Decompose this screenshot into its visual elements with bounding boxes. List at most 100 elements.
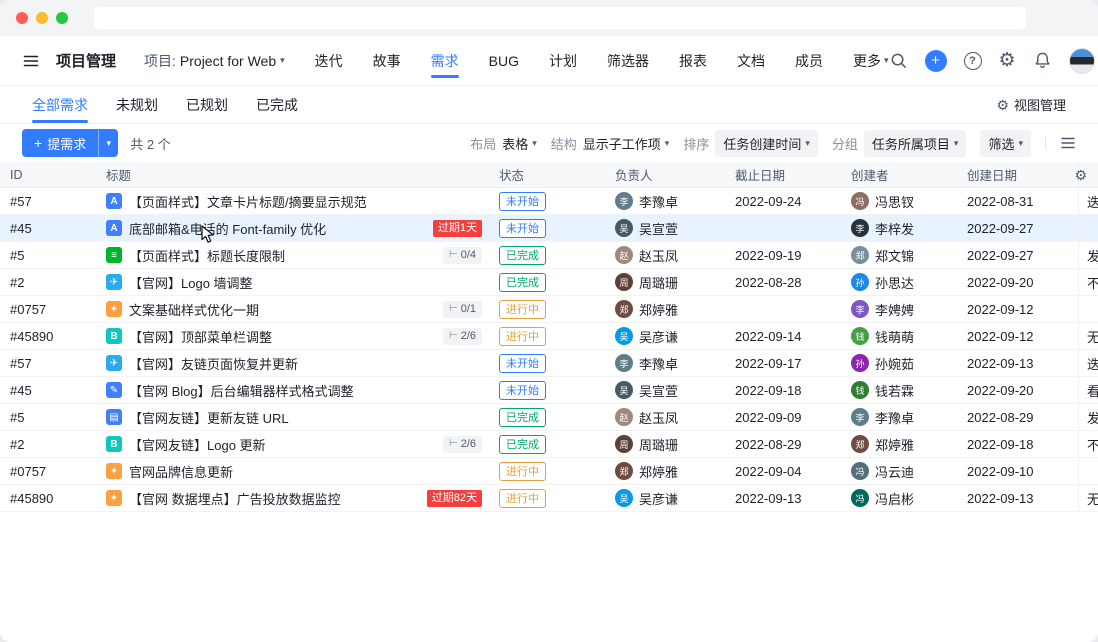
- assignee-cell[interactable]: 周 周璐珊: [608, 431, 728, 457]
- table-row[interactable]: #45 ✎ 【官网 Blog】后台编辑器样式格式调整 未开始 吴 吴宣萱 202…: [0, 377, 1098, 404]
- creator-cell[interactable]: 李 李豫卓: [844, 404, 960, 430]
- table-row[interactable]: #0757 ✦ 官网品牌信息更新 进行中 郑 郑婷雅 2022-09-04 冯 …: [0, 458, 1098, 485]
- row-title[interactable]: 底部邮箱&电话的 Font-family 优化: [129, 219, 326, 238]
- tab-全部需求[interactable]: 全部需求: [32, 86, 88, 123]
- column-header-status[interactable]: 状态: [492, 162, 608, 187]
- nav-item-BUG[interactable]: BUG: [489, 51, 519, 71]
- row-title-cell[interactable]: ✈ 【官网】友链页面恢复并更新: [96, 350, 492, 376]
- column-header-due-date[interactable]: 截止日期: [728, 162, 844, 187]
- minimize-button[interactable]: [36, 12, 48, 24]
- row-title[interactable]: 【页面样式】标题长度限制: [129, 246, 285, 265]
- table-row[interactable]: #57 ✈ 【官网】友链页面恢复并更新 未开始 李 李豫卓 2022-09-17…: [0, 350, 1098, 377]
- column-settings-gear-icon[interactable]: ⚙: [1074, 168, 1087, 182]
- row-title[interactable]: 【官网】友链页面恢复并更新: [129, 354, 298, 373]
- sort-select[interactable]: 任务创建时间 ▾: [715, 130, 818, 157]
- table-row[interactable]: #5 ≡ 【页面样式】标题长度限制 ⊢ 0/4 已完成 赵 赵玉凤 2022-0…: [0, 242, 1098, 269]
- assignee-cell[interactable]: 赵 赵玉凤: [608, 404, 728, 430]
- nav-item-故事[interactable]: 故事: [373, 51, 401, 71]
- creator-cell[interactable]: 孙 孙婉茹: [844, 350, 960, 376]
- table-row[interactable]: #2 ✈ 【官网】Logo 墙调整 已完成 周 周璐珊 2022-08-28 孙…: [0, 269, 1098, 296]
- assignee-cell[interactable]: 李 李豫卓: [608, 350, 728, 376]
- tab-已规划[interactable]: 已规划: [186, 86, 228, 123]
- table-row[interactable]: #45890 ✦ 【官网 数据埋点】广告投放数据监控 过期82天 进行中 吴 吴…: [0, 485, 1098, 512]
- assignee-cell[interactable]: 吴 吴彦谦: [608, 485, 728, 511]
- tab-未规划[interactable]: 未规划: [116, 86, 158, 123]
- row-title[interactable]: 【官网】Logo 墙调整: [129, 273, 253, 292]
- subtask-count-chip[interactable]: ⊢ 2/6: [443, 328, 482, 345]
- status-badge[interactable]: 进行中: [499, 489, 546, 508]
- row-title-cell[interactable]: ≡ 【页面样式】标题长度限制 ⊢ 0/4: [96, 242, 492, 268]
- row-title[interactable]: 官网品牌信息更新: [129, 462, 233, 481]
- status-badge[interactable]: 已完成: [499, 273, 546, 292]
- row-title[interactable]: 文案基础样式优化一期: [129, 300, 259, 319]
- column-header-created-date[interactable]: 创建日期: [960, 162, 1078, 187]
- help-icon[interactable]: ?: [964, 52, 982, 70]
- row-title[interactable]: 【官网友链】更新友链 URL: [129, 408, 289, 427]
- status-badge[interactable]: 进行中: [499, 300, 546, 319]
- status-badge[interactable]: 未开始: [499, 192, 546, 211]
- maximize-button[interactable]: [56, 12, 68, 24]
- status-badge[interactable]: 未开始: [499, 381, 546, 400]
- group-select[interactable]: 任务所属项目 ▾: [864, 130, 967, 157]
- status-badge[interactable]: 进行中: [499, 462, 546, 481]
- row-title[interactable]: 【官网友链】Logo 更新: [129, 435, 266, 454]
- row-title[interactable]: 【官网 数据埋点】广告投放数据监控: [129, 489, 341, 508]
- settings-gear-icon[interactable]: ⚙: [999, 51, 1016, 70]
- row-title-cell[interactable]: ✦ 【官网 数据埋点】广告投放数据监控 过期82天: [96, 485, 492, 511]
- row-title-cell[interactable]: ✈ 【官网】Logo 墙调整: [96, 269, 492, 295]
- row-title-cell[interactable]: ✦ 官网品牌信息更新: [96, 458, 492, 484]
- row-title[interactable]: 【官网】顶部菜单栏调整: [129, 327, 272, 346]
- nav-item-更多[interactable]: 更多▾: [853, 51, 889, 71]
- create-requirement-button[interactable]: + 提需求 ▾: [22, 129, 118, 157]
- table-row[interactable]: #0757 ✦ 文案基础样式优化一期 ⊢ 0/1 进行中 郑 郑婷雅 李 李娉娉…: [0, 296, 1098, 323]
- nav-item-文档[interactable]: 文档: [737, 51, 765, 71]
- creator-cell[interactable]: 冯 冯云迪: [844, 458, 960, 484]
- row-title-cell[interactable]: ✦ 文案基础样式优化一期 ⊢ 0/1: [96, 296, 492, 322]
- creator-cell[interactable]: 钱 钱萌萌: [844, 323, 960, 349]
- nav-item-成员[interactable]: 成员: [795, 51, 823, 71]
- table-row[interactable]: #57 A 【页面样式】文章卡片标题/摘要显示规范 未开始 李 李豫卓 2022…: [0, 188, 1098, 215]
- creator-cell[interactable]: 冯 冯思钗: [844, 188, 960, 214]
- column-header-assignee[interactable]: 负责人: [608, 162, 728, 187]
- creator-cell[interactable]: 冯 冯启彬: [844, 485, 960, 511]
- status-badge[interactable]: 未开始: [499, 354, 546, 373]
- status-badge[interactable]: 已完成: [499, 246, 546, 265]
- assignee-cell[interactable]: 郑 郑婷雅: [608, 296, 728, 322]
- nav-item-迭代[interactable]: 迭代: [315, 51, 343, 71]
- notifications-bell-icon[interactable]: [1033, 51, 1052, 70]
- row-title-cell[interactable]: ▤ 【官网友链】更新友链 URL: [96, 404, 492, 430]
- nav-item-需求[interactable]: 需求: [431, 51, 459, 71]
- creator-cell[interactable]: 孙 孙思达: [844, 269, 960, 295]
- list-view-icon[interactable]: [1060, 135, 1076, 151]
- assignee-cell[interactable]: 郑 郑婷雅: [608, 458, 728, 484]
- status-badge[interactable]: 未开始: [499, 219, 546, 238]
- nav-item-计划[interactable]: 计划: [549, 51, 577, 71]
- creator-cell[interactable]: 李 李梓发: [844, 215, 960, 241]
- subtask-count-chip[interactable]: ⊢ 0/1: [443, 301, 482, 318]
- creator-cell[interactable]: 郑 郑婷雅: [844, 431, 960, 457]
- chevron-down-icon[interactable]: ▾: [98, 129, 118, 157]
- status-badge[interactable]: 进行中: [499, 327, 546, 346]
- tab-已完成[interactable]: 已完成: [256, 86, 298, 123]
- quick-add-button[interactable]: +: [925, 50, 947, 72]
- close-button[interactable]: [16, 12, 28, 24]
- nav-item-筛选器[interactable]: 筛选器: [607, 51, 649, 71]
- creator-cell[interactable]: 李 李娉娉: [844, 296, 960, 322]
- user-avatar[interactable]: [1069, 48, 1095, 74]
- view-manage-button[interactable]: ⚙ 视图管理: [996, 95, 1066, 114]
- table-row[interactable]: #45 A 底部邮箱&电话的 Font-family 优化 过期1天 未开始 吴…: [0, 215, 1098, 242]
- project-selector[interactable]: 项目: Project for Web ▾: [144, 51, 285, 71]
- assignee-cell[interactable]: 周 周璐珊: [608, 269, 728, 295]
- assignee-cell[interactable]: 吴 吴彦谦: [608, 323, 728, 349]
- row-title[interactable]: 【官网 Blog】后台编辑器样式格式调整: [129, 381, 354, 400]
- layout-select[interactable]: 表格 ▾: [502, 134, 537, 153]
- creator-cell[interactable]: 钱 钱若霖: [844, 377, 960, 403]
- address-bar[interactable]: [94, 7, 1026, 29]
- status-badge[interactable]: 已完成: [499, 435, 546, 454]
- row-title-cell[interactable]: B 【官网友链】Logo 更新 ⊢ 2/6: [96, 431, 492, 457]
- table-row[interactable]: #5 ▤ 【官网友链】更新友链 URL 已完成 赵 赵玉凤 2022-09-09…: [0, 404, 1098, 431]
- subtask-count-chip[interactable]: ⊢ 0/4: [443, 247, 482, 264]
- assignee-cell[interactable]: 吴 吴宣萱: [608, 377, 728, 403]
- creator-cell[interactable]: 郑 郑文锦: [844, 242, 960, 268]
- row-title-cell[interactable]: B 【官网】顶部菜单栏调整 ⊢ 2/6: [96, 323, 492, 349]
